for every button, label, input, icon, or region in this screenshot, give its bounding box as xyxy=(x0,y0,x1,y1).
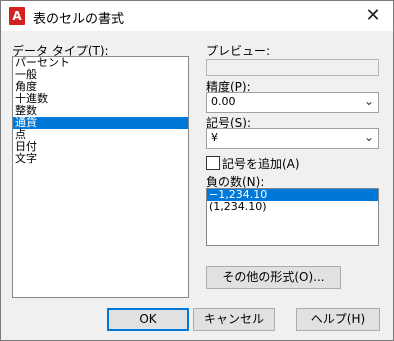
data-type-item[interactable]: パーセント xyxy=(13,57,188,69)
data-type-item[interactable]: 整数 xyxy=(13,105,188,117)
add-symbol-checkbox[interactable] xyxy=(206,156,220,170)
chevron-down-icon: ⌄ xyxy=(363,130,374,144)
negative-numbers-list[interactable]: −1,234.10 (1,234.10) xyxy=(206,188,379,246)
title-bar: A 表のセルの書式 ✕ xyxy=(1,1,393,31)
chevron-down-icon: ⌄ xyxy=(363,94,374,108)
symbol-dropdown[interactable]: ¥ ⌄ xyxy=(206,128,379,149)
precision-dropdown[interactable]: 0.00 ⌄ xyxy=(206,92,379,113)
symbol-value: ¥ xyxy=(211,131,218,144)
data-type-item[interactable]: 一般 xyxy=(13,69,188,81)
data-type-item-selected[interactable]: 通貨 xyxy=(13,117,188,129)
cancel-button[interactable]: キャンセル xyxy=(193,308,275,331)
negative-item[interactable]: (1,234.10) xyxy=(207,201,378,213)
autocad-app-icon: A xyxy=(9,7,25,25)
preview-label: プレビュー: xyxy=(206,44,271,58)
precision-value: 0.00 xyxy=(211,95,236,108)
data-type-item[interactable]: 日付 xyxy=(13,141,188,153)
data-type-item[interactable]: 十進数 xyxy=(13,93,188,105)
add-symbol-label[interactable]: 記号を追加(A) xyxy=(222,155,300,172)
preview-box xyxy=(206,59,379,76)
help-button[interactable]: ヘルプ(H) xyxy=(296,308,380,331)
other-format-button[interactable]: その他の形式(O)... xyxy=(206,266,341,289)
data-type-item[interactable]: 点 xyxy=(13,129,188,141)
ok-button[interactable]: OK xyxy=(107,308,189,331)
data-type-item[interactable]: 文字 xyxy=(13,153,188,165)
close-icon[interactable]: ✕ xyxy=(359,4,387,28)
dialog-title: 表のセルの書式 xyxy=(33,12,125,27)
data-type-list[interactable]: パーセント 一般 角度 十進数 整数 通貨 点 日付 文字 xyxy=(12,56,189,298)
